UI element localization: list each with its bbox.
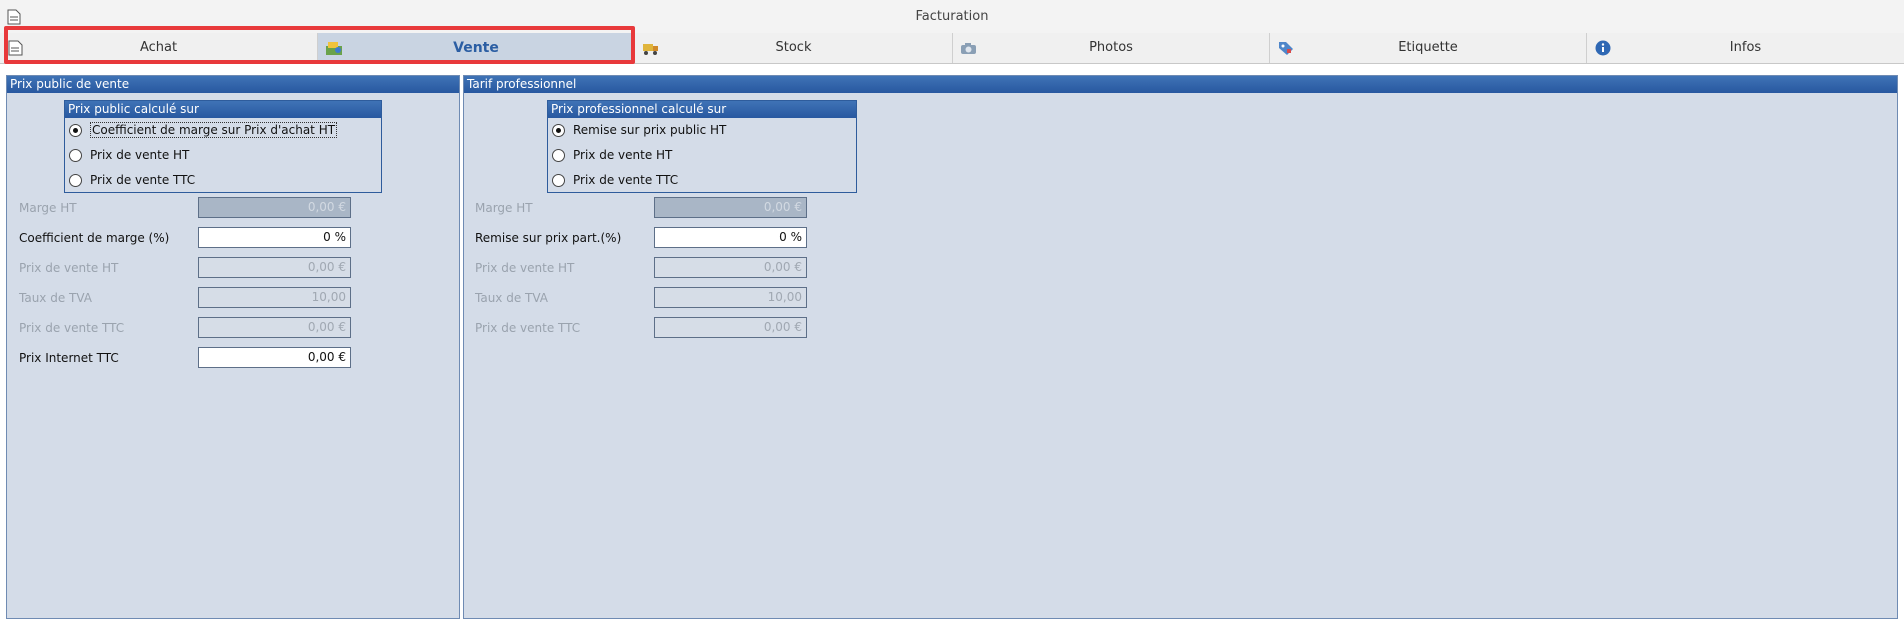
radio-button[interactable] [69, 123, 82, 137]
tab-bar: Achat Vente Stock Photos Etiquette Infos [0, 33, 1904, 64]
group-title: Prix professionnel calculé sur [548, 101, 856, 118]
field-prix-internet-ttc[interactable]: 0,00 € [198, 347, 351, 368]
radio-label: Prix de vente TTC [90, 173, 196, 187]
panel-title: Tarif professionnel [464, 76, 1897, 93]
radio-prix-vente-ht[interactable]: Prix de vente HT [69, 146, 189, 164]
field-prix-vente-ttc: 0,00 € [198, 317, 351, 338]
title-bar: Facturation [0, 0, 1904, 34]
panel-title: Prix public de vente [7, 76, 459, 93]
radio-label: Prix de vente HT [573, 148, 673, 162]
tab-achat[interactable]: Achat [0, 33, 318, 63]
panel-prix-public: Prix public de vente Prix public calculé… [6, 75, 460, 619]
radio-button[interactable] [552, 148, 565, 162]
field-taux-tva: 10,00 [654, 287, 807, 308]
radio-button[interactable] [69, 148, 82, 162]
label-prix-internet-ttc: Prix Internet TTC [19, 351, 119, 365]
radio-prix-vente-ht[interactable]: Prix de vente HT [552, 146, 672, 164]
field-prix-vente-ttc: 0,00 € [654, 317, 807, 338]
tab-infos[interactable]: Infos [1587, 33, 1904, 63]
label-marge-ht: Marge HT [19, 201, 77, 215]
label-taux-tva: Taux de TVA [19, 291, 93, 305]
field-taux-tva: 10,00 [198, 287, 351, 308]
field-coefficient-marge[interactable]: 0 % [198, 227, 351, 248]
label-remise-prix-part: Remise sur prix part.(%) [475, 231, 622, 245]
radio-label: Prix de vente HT [90, 148, 190, 162]
label-prix-vente-ht: Prix de vente HT [19, 261, 119, 275]
window-title: Facturation [915, 9, 989, 24]
radio-remise-prix-public[interactable]: Remise sur prix public HT [552, 121, 726, 139]
field-prix-vente-ht: 0,00 € [198, 257, 351, 278]
tab-label: Stock [775, 40, 812, 55]
group-prix-professionnel-calcule: Prix professionnel calculé sur Remise su… [547, 100, 857, 193]
label-marge-ht: Marge HT [475, 201, 533, 215]
radio-coefficient-marge[interactable]: Coefficient de marge sur Prix d'achat HT [69, 121, 338, 139]
radio-button[interactable] [69, 173, 82, 187]
group-title: Prix public calculé sur [65, 101, 381, 118]
label-prix-vente-ht: Prix de vente HT [475, 261, 575, 275]
truck-icon [643, 44, 658, 55]
label-coefficient-marge: Coefficient de marge (%) [19, 231, 170, 245]
tab-label: Etiquette [1398, 40, 1458, 55]
tab-etiquette[interactable]: Etiquette [1270, 33, 1587, 63]
radio-label: Coefficient de marge sur Prix d'achat HT [90, 122, 338, 138]
camera-icon [961, 43, 976, 54]
group-prix-public-calcule: Prix public calculé sur Coefficient de m… [64, 100, 382, 193]
document-icon [8, 40, 23, 56]
tab-label: Infos [1729, 40, 1762, 55]
tab-label: Achat [139, 40, 178, 55]
radio-label: Prix de vente TTC [573, 173, 679, 187]
label-prix-vente-ttc: Prix de vente TTC [475, 321, 581, 335]
tab-stock[interactable]: Stock [635, 33, 953, 63]
radio-button[interactable] [552, 173, 565, 187]
panel-tarif-professionnel: Tarif professionnel Prix professionnel c… [463, 75, 1898, 619]
field-prix-vente-ht: 0,00 € [654, 257, 807, 278]
tab-label: Vente [453, 40, 499, 56]
tab-vente[interactable]: Vente [318, 33, 635, 63]
info-icon [1595, 40, 1611, 56]
radio-button[interactable] [552, 123, 565, 137]
radio-label: Remise sur prix public HT [573, 123, 727, 137]
radio-prix-vente-ttc[interactable]: Prix de vente TTC [552, 171, 678, 189]
label-icon [1279, 42, 1293, 55]
field-marge-ht: 0,00 € [654, 197, 807, 218]
label-taux-tva: Taux de TVA [475, 291, 549, 305]
radio-prix-vente-ttc[interactable]: Prix de vente TTC [69, 171, 195, 189]
field-marge-ht: 0,00 € [198, 197, 351, 218]
tab-photos[interactable]: Photos [953, 33, 1270, 63]
label-prix-vente-ttc: Prix de vente TTC [19, 321, 125, 335]
tab-label: Photos [1089, 40, 1133, 55]
field-remise-prix-part[interactable]: 0 % [654, 227, 807, 248]
price-tag-icon [326, 42, 342, 55]
